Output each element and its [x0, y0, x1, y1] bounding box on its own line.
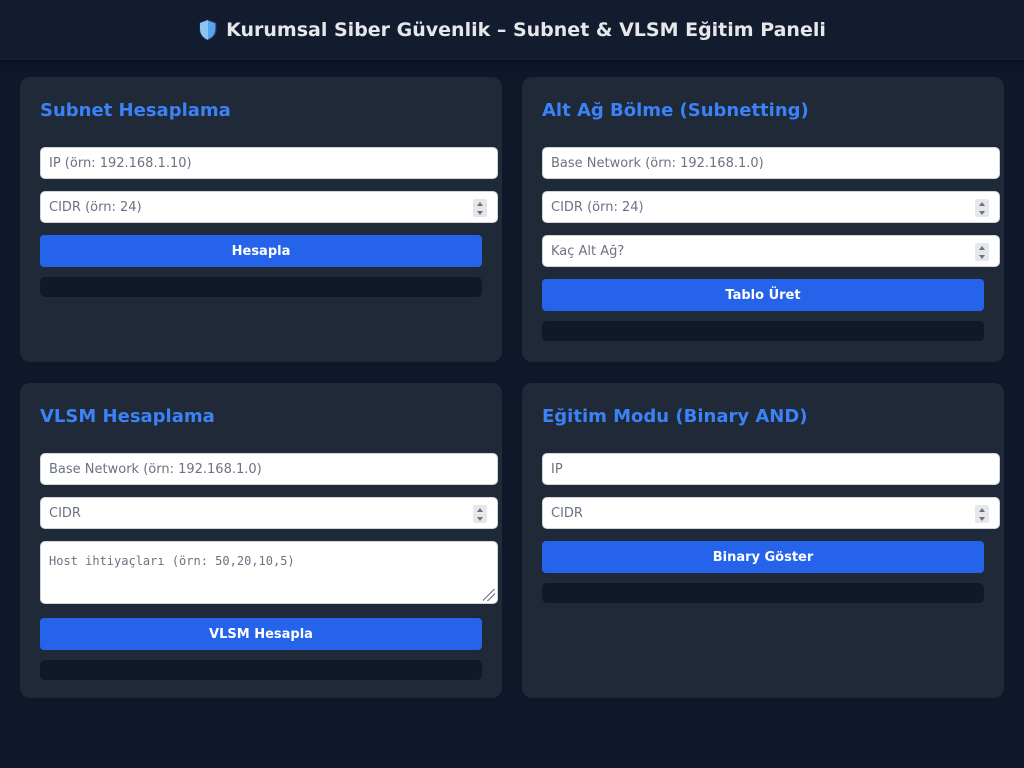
- subnetting-card-title: Alt Ağ Bölme (Subnetting): [542, 100, 809, 121]
- subnetting-cidr-placeholder: CIDR (örn: 24): [551, 199, 644, 215]
- vlsm-calculate-button[interactable]: VLSM Hesapla: [40, 618, 482, 650]
- vlsm-result-area: [40, 660, 482, 680]
- vlsm-cidr-placeholder: CIDR: [49, 505, 81, 521]
- education-result-area: [542, 583, 984, 603]
- vlsm-hosts-textarea[interactable]: Host ihtiyaçları (örn: 50,20,10,5): [40, 541, 498, 604]
- subnetting-result-area: [542, 321, 984, 341]
- vlsm-card: VLSM Hesaplama Base Network (örn: 192.16…: [20, 383, 502, 698]
- shield-icon: [198, 18, 218, 41]
- education-card-title: Eğitim Modu (Binary AND): [542, 406, 808, 427]
- education-cidr-input[interactable]: CIDR: [542, 497, 1000, 529]
- page-title-text: Kurumsal Siber Güvenlik – Subnet & VLSM …: [226, 18, 826, 41]
- subnetting-count-placeholder: Kaç Alt Ağ?: [551, 243, 625, 259]
- vlsm-cidr-input[interactable]: CIDR: [40, 497, 498, 529]
- vlsm-base-placeholder: Base Network (örn: 192.168.1.0): [49, 461, 262, 477]
- vlsm-base-input[interactable]: Base Network (örn: 192.168.1.0): [40, 453, 498, 485]
- education-ip-input[interactable]: IP: [542, 453, 1000, 485]
- education-ip-placeholder: IP: [551, 461, 563, 477]
- vlsm-card-title: VLSM Hesaplama: [40, 406, 215, 427]
- subnet-ip-placeholder: IP (örn: 192.168.1.10): [49, 155, 192, 171]
- number-spinner-icon[interactable]: [975, 199, 989, 217]
- subnetting-count-input[interactable]: Kaç Alt Ağ?: [542, 235, 1000, 267]
- subnet-cidr-placeholder: CIDR (örn: 24): [49, 199, 142, 215]
- page-title: Kurumsal Siber Güvenlik – Subnet & VLSM …: [198, 19, 826, 41]
- subnetting-cidr-input[interactable]: CIDR (örn: 24): [542, 191, 1000, 223]
- subnet-cidr-input[interactable]: CIDR (örn: 24): [40, 191, 498, 223]
- subnet-ip-input[interactable]: IP (örn: 192.168.1.10): [40, 147, 498, 179]
- education-card: Eğitim Modu (Binary AND) IP CIDR Binary …: [522, 383, 1004, 698]
- subnetting-base-input[interactable]: Base Network (örn: 192.168.1.0): [542, 147, 1000, 179]
- subnetting-base-placeholder: Base Network (örn: 192.168.1.0): [551, 155, 764, 171]
- subnet-calculate-button[interactable]: Hesapla: [40, 235, 482, 267]
- number-spinner-icon[interactable]: [975, 505, 989, 523]
- education-cidr-placeholder: CIDR: [551, 505, 583, 521]
- app-header: Kurumsal Siber Güvenlik – Subnet & VLSM …: [0, 0, 1024, 60]
- generate-table-button[interactable]: Tablo Üret: [542, 279, 984, 311]
- subnetting-card: Alt Ağ Bölme (Subnetting) Base Network (…: [522, 77, 1004, 362]
- resize-handle-icon[interactable]: [483, 589, 495, 601]
- show-binary-button[interactable]: Binary Göster: [542, 541, 984, 573]
- panel-grid: Subnet Hesaplama IP (örn: 192.168.1.10) …: [0, 60, 1024, 768]
- vlsm-hosts-placeholder: Host ihtiyaçları (örn: 50,20,10,5): [49, 554, 295, 568]
- number-spinner-icon[interactable]: [975, 243, 989, 261]
- subnet-result-area: [40, 277, 482, 297]
- subnet-card: Subnet Hesaplama IP (örn: 192.168.1.10) …: [20, 77, 502, 362]
- subnet-card-title: Subnet Hesaplama: [40, 100, 231, 121]
- number-spinner-icon[interactable]: [473, 199, 487, 217]
- number-spinner-icon[interactable]: [473, 505, 487, 523]
